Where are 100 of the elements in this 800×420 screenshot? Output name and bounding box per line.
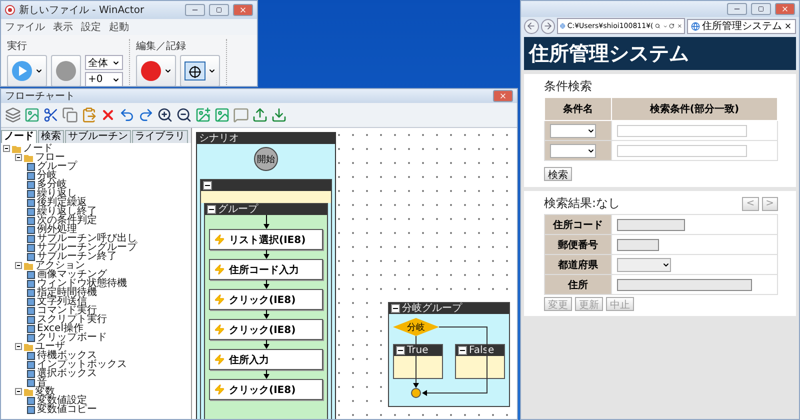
stop-button[interactable]	[51, 55, 81, 86]
tree-item[interactable]: サブルーチン終了	[37, 252, 117, 261]
collapse-toggle[interactable]	[15, 388, 22, 395]
collapse-toggle[interactable]	[15, 262, 22, 269]
tree-item[interactable]: 多分岐	[37, 180, 67, 189]
action-node[interactable]: クリック(IE8)	[209, 289, 323, 310]
collapse-toggle[interactable]	[203, 181, 212, 190]
lightning-icon	[214, 354, 225, 365]
tree-item[interactable]: 文字列送信	[37, 297, 87, 306]
collapse-toggle[interactable]	[15, 343, 22, 350]
speech-bubble-icon[interactable]	[233, 107, 249, 123]
tree-item[interactable]: 指定時間待機	[37, 288, 97, 297]
folder-icon	[24, 388, 33, 396]
minimize-button[interactable]	[727, 3, 747, 15]
tree-item[interactable]: サブルーチングループ	[37, 243, 137, 252]
panel-tab[interactable]: ライブラリ	[132, 130, 188, 143]
cut-icon[interactable]	[43, 107, 59, 123]
tree-item[interactable]: アクション	[35, 261, 85, 270]
collapse-toggle[interactable]	[391, 304, 400, 313]
condition-node[interactable]: 分岐	[393, 318, 439, 336]
panel-tab[interactable]: ノード	[1, 130, 37, 143]
select-field[interactable]	[617, 258, 671, 272]
input-field[interactable]	[617, 218, 685, 230]
input-field[interactable]	[617, 124, 747, 136]
panel-tab[interactable]: 検索	[38, 130, 64, 143]
zoom-out-icon[interactable]	[176, 107, 192, 123]
tree-item[interactable]: 次の条件判定	[37, 216, 97, 225]
offset-select[interactable]: +0	[85, 72, 123, 86]
branch-label: True	[407, 345, 428, 356]
tree-item[interactable]: Excel操作	[37, 324, 84, 333]
close-icon	[676, 22, 682, 30]
tree-item[interactable]: コマンド実行	[37, 306, 97, 315]
page-icon	[691, 22, 700, 30]
group-label: 実行	[7, 40, 28, 53]
input-field[interactable]	[617, 144, 747, 156]
play-button[interactable]	[7, 55, 47, 86]
select-field[interactable]	[550, 144, 596, 158]
collapse-toggle[interactable]	[458, 346, 467, 355]
paste-icon[interactable]	[81, 107, 97, 123]
start-node[interactable]: 開始	[254, 147, 278, 171]
collapse-toggle[interactable]	[3, 145, 10, 152]
delete-icon[interactable]	[100, 107, 116, 123]
copy-icon[interactable]	[62, 107, 78, 123]
tree-item[interactable]: ウィンドウ状態待機	[37, 279, 127, 288]
maximize-button[interactable]	[209, 4, 229, 16]
action-node[interactable]: 住所コード入力	[209, 259, 323, 280]
tree-item[interactable]: ユーザ	[35, 342, 65, 351]
tree-item[interactable]: グループ	[37, 162, 77, 171]
lightning-icon	[214, 384, 225, 395]
browser-tab[interactable]: 住所管理システム	[687, 18, 796, 34]
collapse-toggle[interactable]	[396, 346, 405, 355]
tree-item[interactable]: 待機ボックス	[37, 351, 97, 360]
input-field[interactable]	[617, 278, 752, 290]
tree-item[interactable]: 例外処理	[37, 225, 77, 234]
menu-item[interactable]: ファイル	[5, 20, 45, 34]
collapse-toggle[interactable]	[15, 154, 22, 161]
search-button[interactable]: 検索	[544, 167, 572, 181]
action-node[interactable]: 住所入力	[209, 349, 323, 370]
record-button[interactable]	[136, 55, 176, 86]
tree-item[interactable]: 繰り返し	[37, 189, 77, 198]
action-node[interactable]: クリック(IE8)	[209, 319, 323, 340]
layers-icon[interactable]	[5, 107, 21, 123]
close-button[interactable]	[493, 90, 513, 102]
input-field[interactable]	[617, 238, 659, 250]
tree-item[interactable]: 繰り返し終了	[37, 207, 97, 216]
undo-icon[interactable]	[119, 107, 135, 123]
redo-icon[interactable]	[138, 107, 154, 123]
tree-item[interactable]: スクリプト実行	[37, 315, 107, 324]
forward-button[interactable]	[540, 18, 555, 34]
action-node[interactable]: リスト選択(IE8)	[209, 229, 323, 250]
menu-item[interactable]: 表示	[53, 20, 73, 34]
group-title: グループ	[218, 204, 258, 215]
tree-item[interactable]: 変数	[35, 387, 55, 396]
minimize-button[interactable]	[185, 4, 205, 16]
download-icon[interactable]	[271, 107, 287, 123]
back-button[interactable]	[524, 18, 538, 34]
menu-item[interactable]: 起動	[109, 20, 129, 34]
tree-item[interactable]: クリップボード	[37, 333, 107, 342]
tree-item[interactable]: 後判定繰返	[37, 198, 87, 207]
tree-item[interactable]: 選択ボックス	[37, 369, 97, 378]
tree-item[interactable]: 変数値コピー	[37, 405, 97, 414]
tree-item[interactable]: フロー	[35, 153, 65, 162]
collapse-toggle[interactable]	[207, 205, 216, 214]
maximize-button[interactable]	[751, 3, 771, 15]
menu-item[interactable]: 設定	[81, 20, 101, 34]
tree-item[interactable]: 分岐	[37, 171, 57, 180]
panel-tab[interactable]: サブルーチン	[65, 130, 131, 143]
image-icon[interactable]	[214, 107, 230, 123]
tree-item[interactable]: 画像マッチング	[37, 270, 107, 279]
zoom-in-icon[interactable]	[157, 107, 173, 123]
capture-button[interactable]	[180, 55, 220, 86]
tree-item[interactable]: ノード	[23, 144, 53, 153]
tree-item[interactable]: 音	[37, 378, 47, 387]
select-field[interactable]	[550, 124, 596, 138]
scope-select[interactable]: 全体	[85, 55, 123, 70]
tree-item[interactable]: サブルーチン呼び出し	[37, 234, 137, 243]
action-node[interactable]: クリック(IE8)	[209, 379, 323, 400]
tree-item[interactable]: インプットボックス	[37, 360, 127, 369]
tree-item[interactable]: 変数値設定	[37, 396, 87, 405]
upload-icon[interactable]	[252, 107, 268, 123]
